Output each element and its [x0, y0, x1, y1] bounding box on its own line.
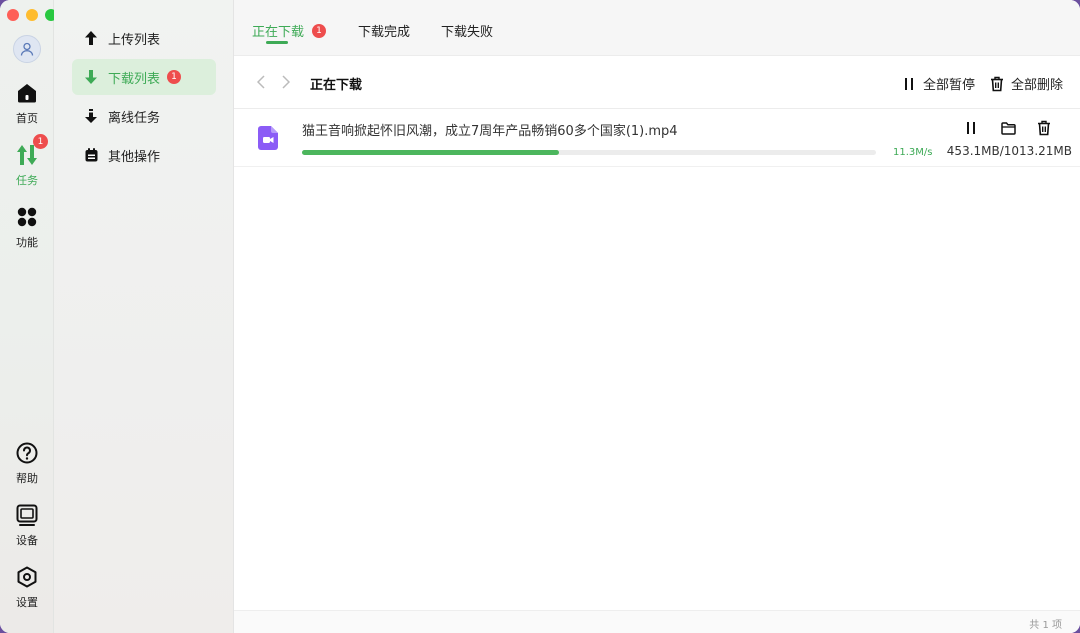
- sidebar-item-offline-label: 离线任务: [108, 110, 161, 126]
- settings-icon: [17, 566, 37, 588]
- nav-rail: 首页 1 任务 功能 帮助 设备 设置: [0, 0, 57, 633]
- transfer-sidebar: 上传列表 下载列表 1 离线任务 其他操作: [54, 0, 234, 633]
- tab-completed-label: 下载完成: [358, 25, 411, 40]
- tab-completed[interactable]: 下载完成: [358, 21, 410, 40]
- rail-item-device[interactable]: 设备: [0, 502, 54, 548]
- sidebar-item-offline[interactable]: 离线任务: [72, 98, 216, 134]
- sidebar-item-download-label: 下载列表: [108, 71, 161, 87]
- home-icon: [18, 84, 36, 103]
- rail-item-help[interactable]: 帮助: [0, 440, 54, 486]
- trash-icon: [1038, 120, 1050, 136]
- close-window-button[interactable]: [7, 9, 19, 21]
- rail-item-settings[interactable]: 设置: [0, 564, 54, 610]
- rail-item-features-label: 功能: [16, 236, 38, 249]
- open-folder-button[interactable]: [999, 119, 1017, 137]
- download-size: 453.1MB/1013.21MB: [946, 144, 1072, 158]
- sidebar-item-other-label: 其他操作: [108, 149, 161, 165]
- pause-button[interactable]: [962, 119, 980, 137]
- folder-icon: [1000, 121, 1016, 135]
- file-name: 猫王音响掀起怀旧风潮，成立7周年产品畅销60多个国家(1).mp4: [302, 124, 678, 139]
- tab-downloading-badge: 1: [312, 23, 327, 38]
- sidebar-item-upload[interactable]: 上传列表: [72, 20, 216, 56]
- rail-item-home[interactable]: 首页: [0, 80, 54, 126]
- trash-icon: [991, 76, 1003, 91]
- pause-all-label: 全部暂停: [923, 78, 976, 93]
- avatar[interactable]: [13, 35, 41, 63]
- pause-icon: [967, 122, 975, 134]
- sidebar-item-upload-label: 上传列表: [108, 32, 161, 48]
- user-icon: [20, 42, 34, 56]
- download-badge: 1: [167, 70, 182, 84]
- tab-bar: 正在下载 1 下载完成 下载失败: [234, 0, 1080, 56]
- rail-item-settings-label: 设置: [16, 596, 38, 609]
- chevron-left-icon: [257, 75, 265, 89]
- app-window: 首页 1 任务 功能 帮助 设备 设置 上传列表 下载列表 1 离线任务 其他操…: [0, 0, 1080, 633]
- download-speed: 11.3M/s: [893, 147, 933, 158]
- progress-bar: [302, 150, 876, 155]
- list-toolbar: 正在下载 全部暂停 全部删除: [234, 56, 1080, 109]
- rail-item-device-label: 设备: [16, 534, 38, 547]
- sidebar-item-download[interactable]: 下载列表 1: [72, 59, 216, 95]
- back-button[interactable]: [254, 74, 268, 90]
- main-panel: 正在下载 1 下载完成 下载失败 正在下载 全部暂停 全部删除 猫王音响掀起怀旧…: [234, 0, 1080, 633]
- upload-icon: [85, 31, 97, 45]
- tab-downloading[interactable]: 正在下载 1: [252, 21, 327, 40]
- tab-downloading-label: 正在下载: [252, 25, 305, 40]
- video-file-icon: [258, 126, 278, 150]
- rail-item-tasks[interactable]: 1 任务: [0, 134, 54, 188]
- pause-icon: [905, 77, 913, 90]
- pause-all-button[interactable]: 全部暂停: [901, 74, 975, 93]
- rail-item-features[interactable]: 功能: [0, 204, 54, 250]
- delete-button[interactable]: [1035, 119, 1053, 137]
- forward-button[interactable]: [279, 74, 293, 90]
- sidebar-item-other[interactable]: 其他操作: [72, 137, 216, 173]
- delete-all-label: 全部删除: [1011, 78, 1064, 93]
- status-footer: 共 1 项: [234, 610, 1080, 633]
- apps-icon: [17, 207, 37, 227]
- tab-failed-label: 下载失败: [441, 25, 494, 40]
- progress-fill: [302, 150, 559, 155]
- offline-download-icon: [85, 109, 97, 123]
- item-count: 共 1 项: [1029, 620, 1062, 631]
- chevron-right-icon: [282, 75, 290, 89]
- rail-item-home-label: 首页: [16, 112, 38, 125]
- rail-item-tasks-label: 任务: [16, 174, 38, 187]
- calendar-icon: [85, 148, 97, 162]
- help-icon: [16, 442, 38, 464]
- window-controls: [7, 9, 57, 21]
- tasks-badge: 1: [33, 134, 48, 149]
- device-icon: [16, 504, 38, 526]
- download-icon: [85, 70, 97, 84]
- tab-failed[interactable]: 下载失败: [441, 21, 493, 40]
- delete-all-button[interactable]: 全部删除: [989, 74, 1063, 93]
- minimize-window-button[interactable]: [26, 9, 38, 21]
- active-tab-indicator: [266, 41, 288, 44]
- download-row[interactable]: 猫王音响掀起怀旧风潮，成立7周年产品畅销60多个国家(1).mp4 11.3M/…: [234, 110, 1080, 167]
- section-title: 正在下载: [310, 78, 363, 93]
- rail-item-help-label: 帮助: [16, 472, 38, 485]
